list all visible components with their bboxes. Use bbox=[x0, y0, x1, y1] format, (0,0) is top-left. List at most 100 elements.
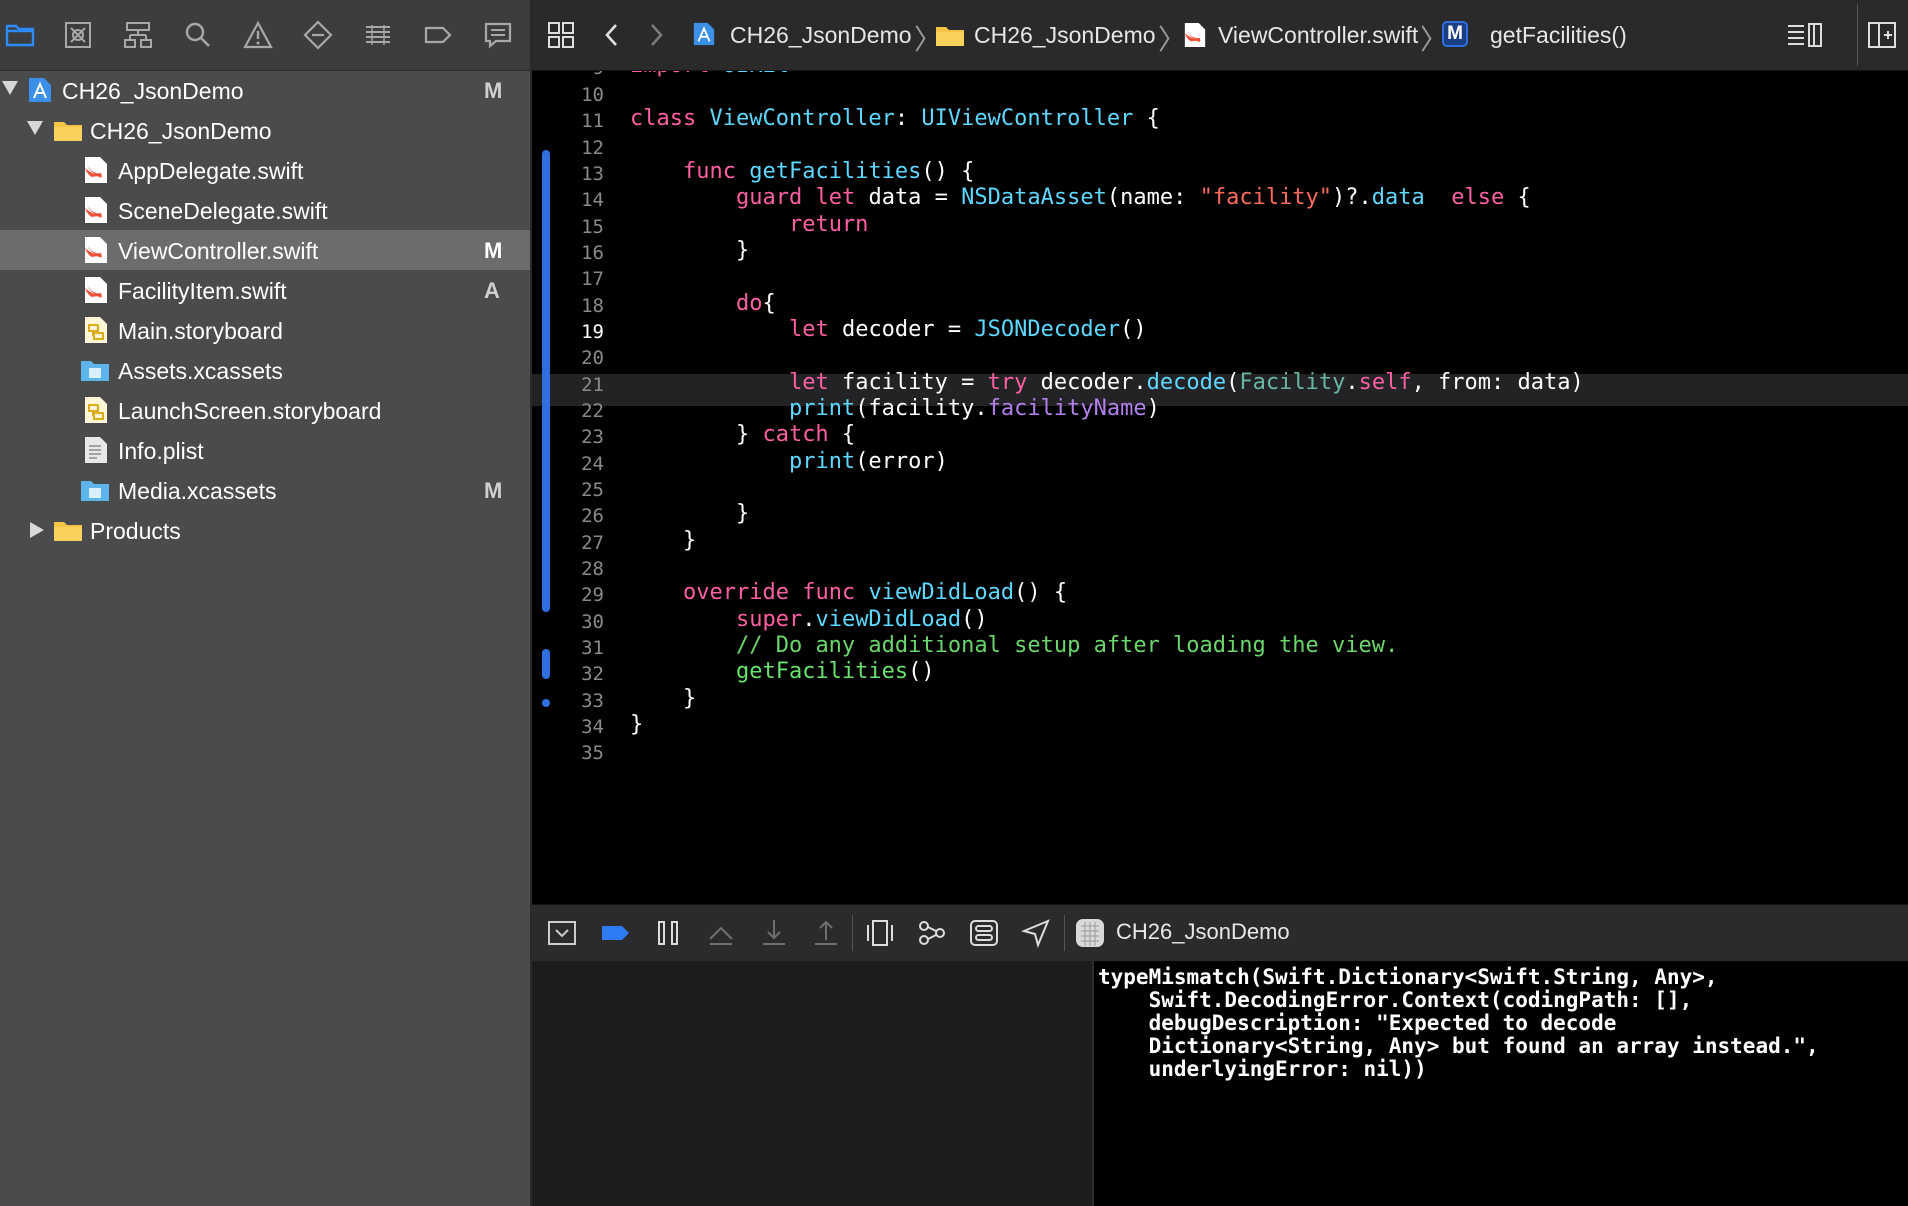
breakpoint-navigator-icon[interactable] bbox=[422, 19, 454, 51]
code-line[interactable]: print(facility.facilityName) bbox=[630, 396, 1160, 421]
tree-item-label: ViewController.swift bbox=[118, 238, 319, 264]
step-over-icon[interactable] bbox=[705, 917, 737, 949]
tree-item-file[interactable]: AppDelegate.swift bbox=[0, 150, 530, 190]
simulate-location-icon[interactable] bbox=[1020, 917, 1052, 949]
project-navigator-folder-icon[interactable] bbox=[4, 19, 36, 51]
code-line[interactable]: return bbox=[630, 212, 868, 237]
line-number: 11 bbox=[581, 110, 604, 132]
code-line-current[interactable]: let decoder = JSONDecoder() bbox=[630, 317, 1147, 342]
find-navigator-search-icon[interactable] bbox=[182, 19, 214, 51]
line-number: 27 bbox=[581, 532, 604, 554]
tree-item-file[interactable]: LaunchScreen.storyboard bbox=[0, 390, 530, 430]
breakpoints-toggle-icon[interactable] bbox=[600, 917, 632, 949]
breadcrumb-method[interactable]: getFacilities() bbox=[1490, 22, 1627, 49]
code-line[interactable]: } bbox=[630, 528, 696, 553]
code-line[interactable]: } bbox=[630, 712, 643, 737]
code-line[interactable]: getFacilities() bbox=[630, 659, 935, 684]
tree-item-file[interactable]: Main.storyboard bbox=[0, 310, 530, 350]
adjust-editor-options-icon[interactable] bbox=[1786, 20, 1824, 50]
code-line[interactable]: class ViewController: UIViewController { bbox=[630, 106, 1160, 131]
disclosure-triangle-closed-icon[interactable] bbox=[30, 522, 44, 538]
folder-icon bbox=[935, 21, 965, 49]
memory-graph-icon[interactable] bbox=[916, 917, 948, 949]
variables-view[interactable] bbox=[532, 961, 1094, 1206]
tree-item-file[interactable]: Assets.xcassets bbox=[0, 350, 530, 390]
line-number: 13 bbox=[581, 163, 604, 185]
plist-icon bbox=[83, 436, 109, 464]
environment-overrides-icon[interactable] bbox=[968, 917, 1000, 949]
tree-item-label: Info.plist bbox=[118, 438, 204, 464]
code-line[interactable]: } bbox=[630, 238, 749, 263]
tree-item-file-selected[interactable]: ViewController.swift M bbox=[0, 230, 530, 270]
tree-item-project[interactable]: CH26_JsonDemo M bbox=[0, 70, 530, 110]
tree-item-label: Main.storyboard bbox=[118, 318, 283, 344]
line-number: 9 bbox=[552, 71, 604, 79]
code-line[interactable]: do{ bbox=[630, 291, 776, 316]
code-line[interactable]: let facility = try decoder.decode(Facili… bbox=[630, 370, 1584, 395]
line-number: 26 bbox=[581, 505, 604, 527]
back-chevron-icon[interactable] bbox=[600, 20, 624, 50]
tree-item-file[interactable]: SceneDelegate.swift bbox=[0, 190, 530, 230]
source-control-navigator-icon[interactable] bbox=[62, 19, 94, 51]
line-number: 28 bbox=[581, 558, 604, 580]
line-number: 24 bbox=[581, 453, 604, 475]
toolbar-divider bbox=[852, 915, 853, 951]
disclosure-triangle-open-icon[interactable] bbox=[2, 81, 18, 95]
breadcrumb-group[interactable]: CH26_JsonDemo bbox=[974, 22, 1156, 49]
tree-item-group[interactable]: CH26_JsonDemo bbox=[0, 110, 530, 150]
issue-navigator-warning-icon[interactable] bbox=[242, 19, 274, 51]
symbol-navigator-icon[interactable] bbox=[122, 19, 154, 51]
project-navigator: CH26_JsonDemo M CH26_JsonDemo AppDelegat… bbox=[0, 0, 532, 1206]
step-into-icon[interactable] bbox=[758, 917, 790, 949]
tree-item-label: Products bbox=[90, 518, 181, 544]
swift-file-icon bbox=[83, 156, 109, 184]
tree-item-label: FacilityItem.swift bbox=[118, 278, 287, 304]
folder-icon bbox=[53, 516, 83, 544]
line-number: 10 bbox=[581, 84, 604, 106]
line-number: 15 bbox=[581, 216, 604, 238]
app-target-icon bbox=[1074, 917, 1106, 949]
related-items-grid-icon[interactable] bbox=[546, 20, 576, 50]
console-output[interactable]: typeMismatch(Swift.Dictionary<Swift.Stri… bbox=[1094, 961, 1908, 1206]
code-line[interactable]: super.viewDidLoad() bbox=[630, 607, 988, 632]
toolbar-divider bbox=[1857, 4, 1858, 66]
add-editor-split-icon[interactable] bbox=[1866, 20, 1898, 50]
folder-icon bbox=[53, 116, 83, 144]
code-line[interactable]: // Do any additional setup after loading… bbox=[630, 633, 1398, 658]
line-number: 23 bbox=[581, 426, 604, 448]
breadcrumb-project[interactable]: CH26_JsonDemo bbox=[730, 22, 912, 49]
hide-debug-area-icon[interactable] bbox=[546, 917, 578, 949]
code-line[interactable]: import UIKit bbox=[630, 71, 789, 78]
disclosure-triangle-open-icon[interactable] bbox=[27, 121, 43, 135]
breadcrumb-file[interactable]: ViewController.swift bbox=[1218, 22, 1418, 49]
code-line[interactable]: func getFacilities() { bbox=[630, 159, 974, 184]
line-number: 33 bbox=[581, 690, 604, 712]
code-line[interactable]: guard let data = NSDataAsset(name: "faci… bbox=[630, 185, 1531, 210]
status-badge: M bbox=[484, 478, 503, 503]
code-line[interactable]: } catch { bbox=[630, 422, 855, 447]
code-line[interactable]: override func viewDidLoad() { bbox=[630, 580, 1067, 605]
debug-target-name[interactable]: CH26_JsonDemo bbox=[1116, 919, 1290, 945]
console-line: Swift.DecodingError.Context(codingPath: … bbox=[1098, 988, 1693, 1012]
test-navigator-diamond-icon[interactable] bbox=[302, 19, 334, 51]
line-number: 34 bbox=[581, 716, 604, 738]
line-number: 20 bbox=[581, 347, 604, 369]
tree-item-file[interactable]: FacilityItem.swift A bbox=[0, 270, 530, 310]
tree-item-file[interactable]: Media.xcassets M bbox=[0, 470, 530, 510]
swift-file-icon bbox=[1183, 21, 1207, 49]
report-navigator-icon[interactable] bbox=[482, 19, 514, 51]
code-line[interactable]: print(error) bbox=[630, 449, 948, 474]
pause-icon[interactable] bbox=[652, 917, 684, 949]
tree-item-group[interactable]: Products bbox=[0, 510, 530, 550]
source-editor[interactable]: 9 10 11 12 13 14 15 16 17 18 19 20 21 22… bbox=[532, 71, 1908, 904]
xcode-project-icon bbox=[27, 76, 53, 104]
code-line[interactable]: } bbox=[630, 686, 696, 711]
console-line: debugDescription: "Expected to decode bbox=[1098, 1011, 1617, 1035]
step-out-icon[interactable] bbox=[810, 917, 842, 949]
debug-navigator-icon[interactable] bbox=[362, 19, 394, 51]
code-line[interactable]: } bbox=[630, 501, 749, 526]
forward-chevron-icon[interactable] bbox=[644, 20, 668, 50]
tree-item-file[interactable]: Info.plist bbox=[0, 430, 530, 470]
xcode-project-icon bbox=[692, 20, 716, 48]
debug-view-hierarchy-icon[interactable] bbox=[864, 917, 896, 949]
